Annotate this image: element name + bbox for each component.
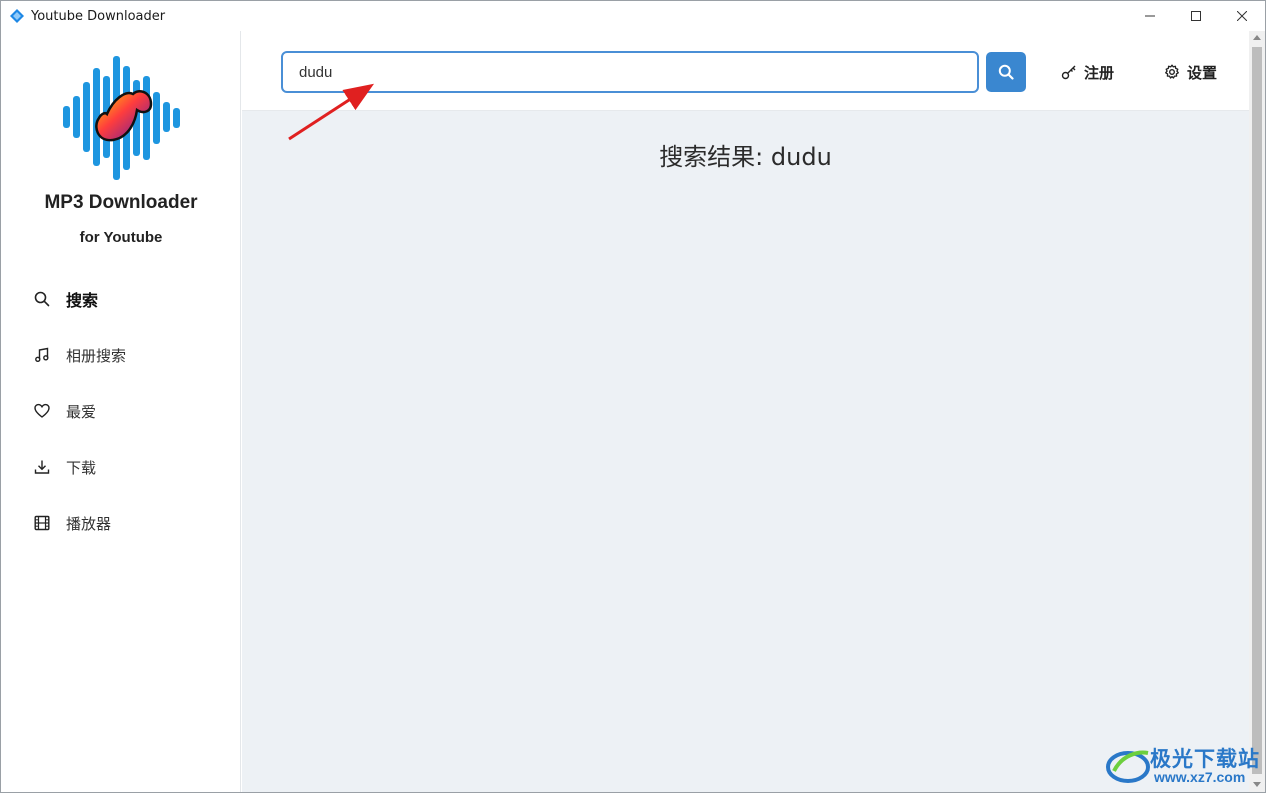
key-icon: [1061, 65, 1076, 80]
results-title: 搜索结果: dudu: [659, 143, 832, 171]
site-watermark: 极光下载站 www.xz7.com: [1104, 741, 1264, 791]
sidebar-item-label: 下载: [66, 458, 97, 477]
window-title: Youtube Downloader: [31, 9, 166, 24]
register-button[interactable]: 注册: [1061, 61, 1114, 83]
search-input[interactable]: [281, 51, 979, 93]
sidebar-item-downloads[interactable]: 下载: [1, 439, 241, 495]
brand-subtitle: for Youtube: [79, 229, 163, 246]
sidebar: MP3 Downloader for Youtube 搜索 相册搜索 最爱 下载…: [1, 31, 241, 792]
heart-icon: [33, 402, 51, 420]
download-icon: [33, 458, 51, 476]
brand-title: MP3 Downloader: [44, 192, 198, 213]
sidebar-nav: 搜索 相册搜索 最爱 下载 播放器: [1, 271, 241, 551]
minimize-button[interactable]: [1127, 1, 1173, 31]
sidebar-item-label: 搜索: [66, 291, 99, 310]
search-icon: [33, 290, 51, 308]
register-label: 注册: [1084, 63, 1115, 82]
sidebar-item-label: 相册搜索: [66, 346, 127, 365]
music-note-icon: [33, 346, 51, 364]
search-icon: [998, 64, 1014, 80]
sidebar-item-label: 最爱: [66, 402, 97, 421]
gear-icon: [1165, 64, 1179, 79]
minimize-icon: [1145, 15, 1155, 17]
mp3-downloader-logo: [63, 56, 180, 180]
settings-label: 设置: [1187, 63, 1218, 82]
title-bar: Youtube Downloader: [1, 1, 1265, 31]
sidebar-item-search[interactable]: 搜索: [1, 271, 241, 327]
sidebar-item-player[interactable]: 播放器: [1, 495, 241, 551]
vertical-scrollbar[interactable]: [1249, 31, 1265, 792]
watermark-url: www.xz7.com: [1154, 769, 1246, 785]
maximize-button[interactable]: [1173, 1, 1219, 31]
scrollbar-thumb[interactable]: [1252, 47, 1262, 774]
sidebar-item-album-search[interactable]: 相册搜索: [1, 327, 241, 383]
main-content: 注册 设置 搜索结果: dudu: [242, 31, 1249, 792]
close-icon: [1237, 11, 1247, 21]
close-button[interactable]: [1219, 1, 1265, 31]
app-window: Youtube Downloader MP3 Downloader for Yo…: [0, 0, 1266, 793]
sidebar-item-favorites[interactable]: 最爱: [1, 383, 241, 439]
sidebar-item-label: 播放器: [66, 514, 112, 533]
maximize-icon: [1191, 11, 1201, 21]
watermark-logo-icon: [1106, 750, 1150, 783]
scroll-up-arrow-icon[interactable]: [1253, 34, 1261, 42]
settings-button[interactable]: 设置: [1164, 61, 1217, 83]
film-icon: [33, 514, 51, 532]
app-logo-icon: [10, 9, 24, 23]
top-bar: 注册 设置: [242, 31, 1249, 111]
search-button[interactable]: [986, 52, 1026, 92]
